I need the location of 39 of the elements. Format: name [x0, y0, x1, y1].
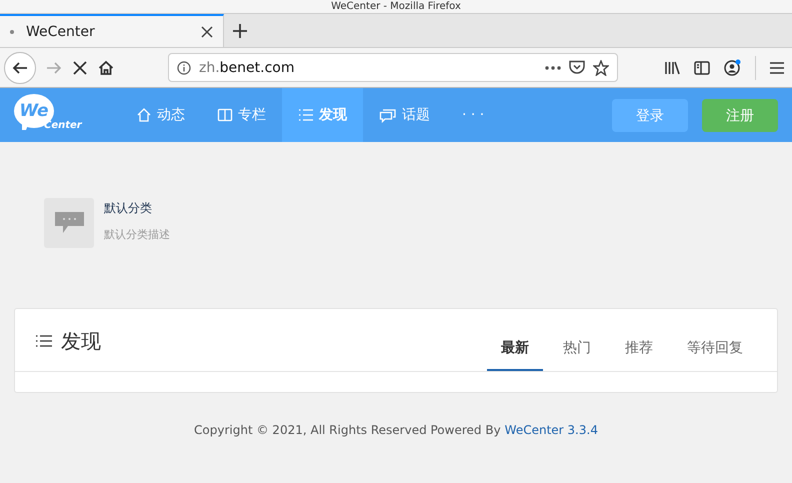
list-icon: [35, 333, 53, 349]
more-icon[interactable]: [545, 66, 561, 70]
nav-link[interactable]: 动态: [120, 88, 201, 142]
panel-title: 发现: [61, 328, 101, 354]
info-icon: [177, 60, 191, 74]
columns-icon: [217, 107, 233, 123]
address-field[interactable]: zh.benet.com: [168, 53, 618, 82]
category-name[interactable]: 默认分类: [104, 200, 170, 217]
close-icon[interactable]: [72, 60, 88, 76]
url-text: zh.benet.com: [199, 60, 296, 76]
tab-title: WeCenter: [26, 24, 96, 40]
window-title: WeCenter - Mozilla Firefox: [331, 1, 461, 13]
browser-tab[interactable]: WeCenter: [0, 14, 224, 47]
back-button[interactable]: [4, 52, 36, 84]
chat-icon: [379, 107, 397, 123]
pocket-icon[interactable]: [569, 60, 585, 75]
home-icon: [136, 107, 152, 123]
category-description: 默认分类描述: [104, 227, 170, 242]
library-icon[interactable]: [664, 60, 680, 74]
chat-bubble-icon: [54, 212, 84, 234]
nav-link[interactable]: 专栏: [201, 88, 282, 142]
panel-tab[interactable]: 最新: [487, 309, 543, 371]
menu-icon[interactable]: [770, 62, 784, 74]
nav-link[interactable]: · · ·: [446, 88, 500, 142]
account-icon[interactable]: [724, 59, 741, 76]
logo-text: We: [19, 101, 49, 121]
home-icon[interactable]: [98, 60, 114, 76]
loading-dot-icon: [10, 30, 14, 34]
panel-tab[interactable]: 等待回复: [673, 309, 757, 371]
version-link[interactable]: WeCenter 3.3.4: [504, 423, 598, 437]
panel-tab[interactable]: 推荐: [611, 309, 667, 371]
copyright-text: Copyright © 2021, All Rights Reserved Powered By: [194, 423, 501, 437]
star-icon[interactable]: [593, 60, 609, 76]
back-arrow-icon: [12, 60, 28, 76]
sidebar-icon[interactable]: [694, 60, 710, 74]
close-icon[interactable]: [201, 26, 213, 38]
nav-link[interactable]: 话题: [363, 88, 446, 142]
panel-tab[interactable]: 热门: [549, 309, 605, 371]
list-icon: [298, 107, 314, 123]
